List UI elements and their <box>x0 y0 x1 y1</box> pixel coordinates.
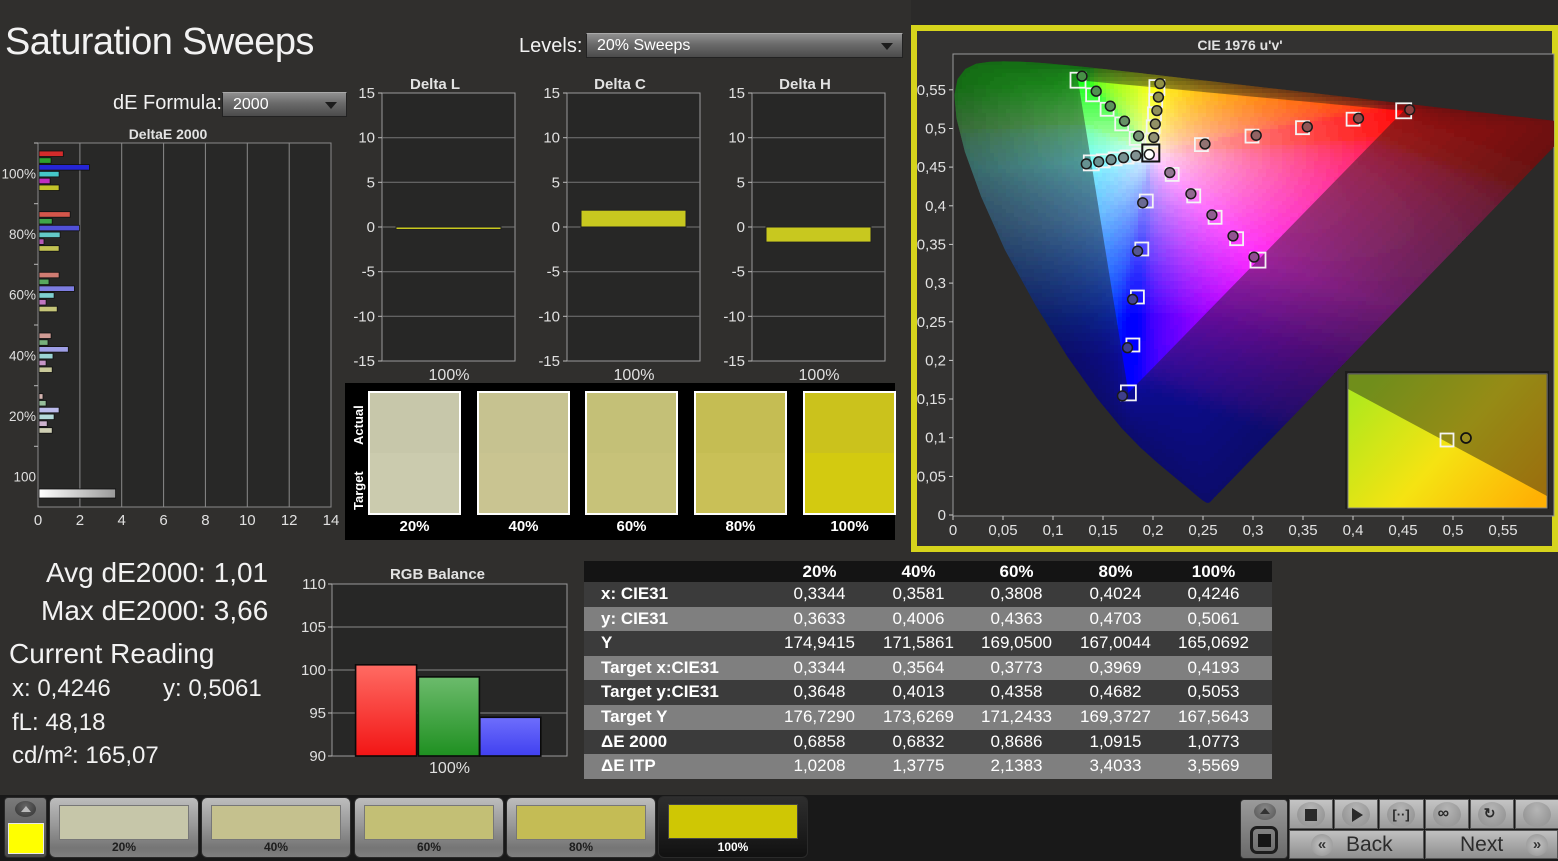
svg-text:-15: -15 <box>353 353 375 370</box>
svg-text:0,45: 0,45 <box>1388 522 1417 539</box>
svg-text:-15: -15 <box>538 353 560 370</box>
svg-text:0,5: 0,5 <box>1443 522 1464 539</box>
svg-text:100%: 100% <box>614 367 655 382</box>
svg-text:-5: -5 <box>732 264 745 281</box>
svg-text:0,1: 0,1 <box>1043 522 1064 539</box>
svg-text:14: 14 <box>323 512 340 529</box>
svg-text:20%: 20% <box>9 409 36 424</box>
svg-text:100: 100 <box>13 470 36 485</box>
svg-text:0,05: 0,05 <box>917 468 946 485</box>
svg-text:100%: 100% <box>799 367 840 382</box>
svg-text:0: 0 <box>34 512 42 529</box>
svg-text:10: 10 <box>358 130 375 147</box>
svg-text:100%: 100% <box>1 166 36 181</box>
svg-text:0,35: 0,35 <box>1288 522 1317 539</box>
svg-text:-10: -10 <box>723 308 745 325</box>
svg-text:-5: -5 <box>362 264 375 281</box>
svg-text:0: 0 <box>552 219 560 236</box>
svg-text:0,35: 0,35 <box>917 236 946 253</box>
svg-text:0,15: 0,15 <box>1088 522 1117 539</box>
svg-text:-10: -10 <box>353 308 375 325</box>
svg-text:0,55: 0,55 <box>917 82 946 99</box>
svg-text:0,1: 0,1 <box>925 430 946 447</box>
svg-text:0,15: 0,15 <box>917 391 946 408</box>
svg-text:5: 5 <box>737 174 745 191</box>
svg-text:-10: -10 <box>538 308 560 325</box>
svg-text:0,05: 0,05 <box>988 522 1017 539</box>
svg-text:0,3: 0,3 <box>925 275 946 292</box>
svg-text:100%: 100% <box>429 367 470 382</box>
svg-text:40%: 40% <box>9 348 36 363</box>
svg-text:60%: 60% <box>9 288 36 303</box>
svg-text:0: 0 <box>938 507 946 524</box>
svg-text:80%: 80% <box>9 227 36 242</box>
svg-text:10: 10 <box>543 130 560 147</box>
svg-text:12: 12 <box>281 512 298 529</box>
svg-text:10: 10 <box>728 130 745 147</box>
svg-text:0,55: 0,55 <box>1488 522 1517 539</box>
svg-text:2: 2 <box>76 512 84 529</box>
svg-text:-15: -15 <box>723 353 745 370</box>
svg-text:0,2: 0,2 <box>925 352 946 369</box>
svg-text:0,5: 0,5 <box>925 121 946 138</box>
svg-text:4: 4 <box>118 512 126 529</box>
svg-text:5: 5 <box>552 174 560 191</box>
svg-text:0: 0 <box>949 522 957 539</box>
svg-text:0,25: 0,25 <box>917 314 946 331</box>
svg-text:0,3: 0,3 <box>1243 522 1264 539</box>
svg-text:0,25: 0,25 <box>1188 522 1217 539</box>
svg-text:0,4: 0,4 <box>1343 522 1364 539</box>
svg-text:10: 10 <box>239 512 256 529</box>
svg-text:8: 8 <box>201 512 209 529</box>
svg-text:0: 0 <box>737 219 745 236</box>
svg-text:0: 0 <box>367 219 375 236</box>
svg-text:6: 6 <box>159 512 167 529</box>
svg-text:0,2: 0,2 <box>1143 522 1164 539</box>
svg-text:0,45: 0,45 <box>917 159 946 176</box>
svg-text:0,4: 0,4 <box>925 198 946 215</box>
svg-text:5: 5 <box>367 174 375 191</box>
svg-text:-5: -5 <box>547 264 560 281</box>
